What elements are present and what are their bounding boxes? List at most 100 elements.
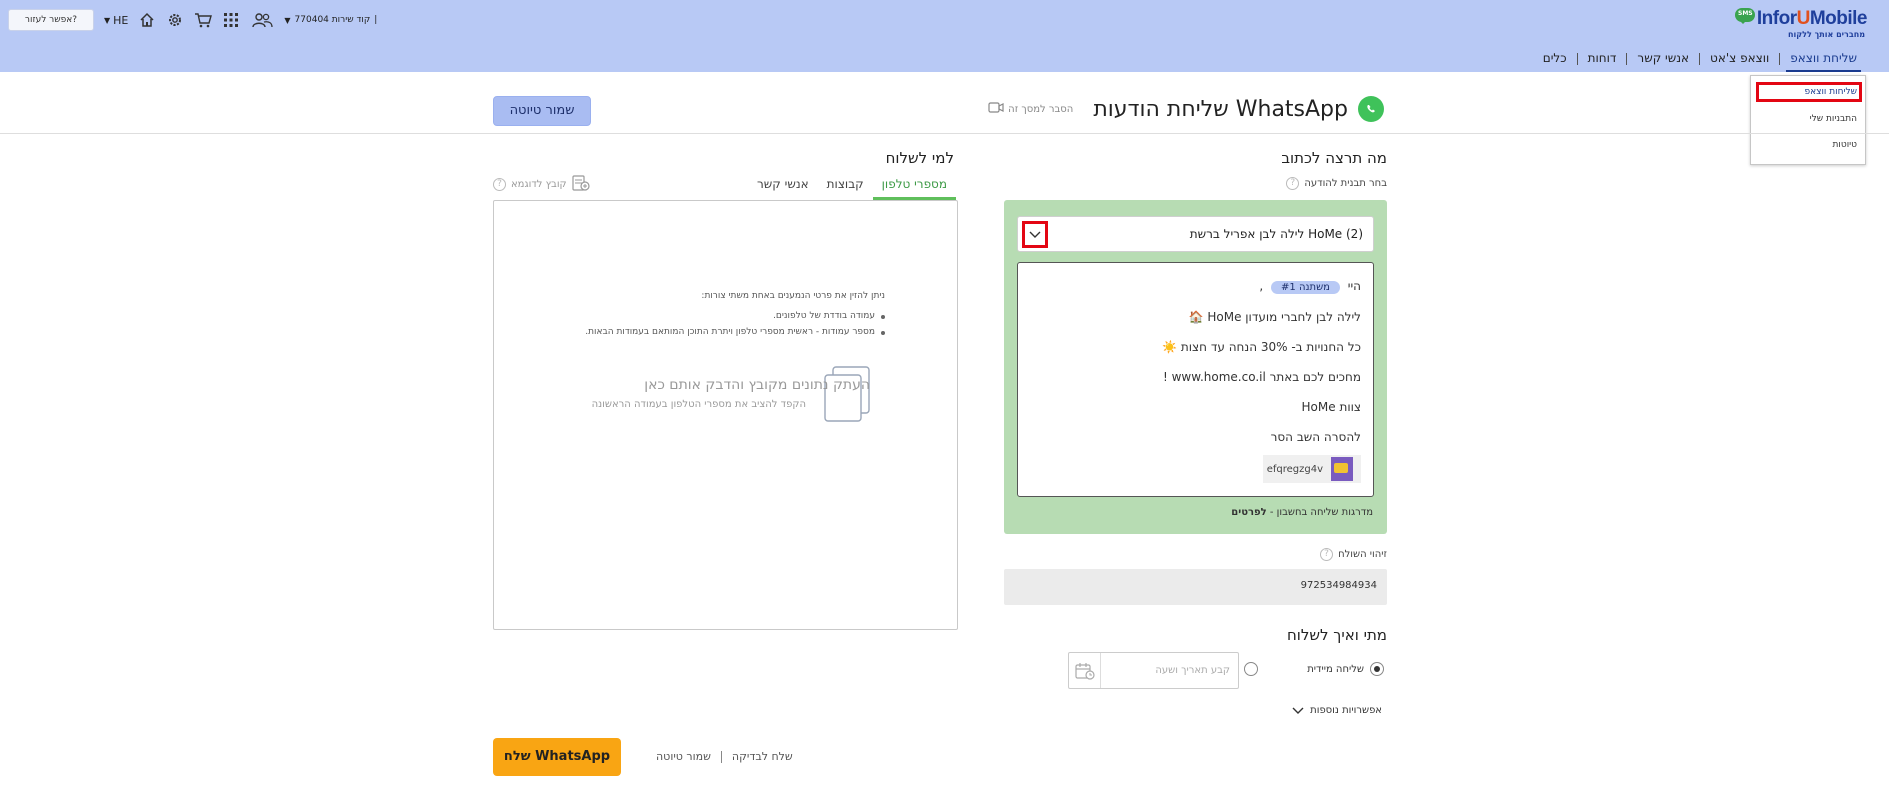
paste-subtitle: הקפד להציב את מספרי הטלפון בעמודה הראשונ…: [591, 399, 806, 410]
logo-tagline: מחברים אותך ללקוח: [1788, 30, 1865, 39]
chevron-down-icon: [1292, 707, 1304, 714]
video-icon: [988, 102, 1004, 116]
send-levels-note: מדרגות שליחה בחשבון - לפרטים: [1231, 507, 1373, 518]
copy-documents-icon: [823, 365, 873, 425]
message-line-4: מחכים לכם באתר www.home.co.il !: [1162, 370, 1361, 384]
send-levels-text: מדרגות שליחה בחשבון -: [1266, 507, 1373, 518]
recipients-paste-area[interactable]: ניתן להזין את פרטי הנמענים באחת משתי צור…: [493, 200, 958, 630]
test-send-link[interactable]: שלח לבדיקה: [732, 750, 793, 763]
immediate-label: שליחה מיידית: [1307, 663, 1364, 675]
language-label: HE: [113, 13, 129, 27]
explain-label: הסבר למסך זה: [1008, 103, 1074, 115]
immediate-send-option[interactable]: שליחה מיידית: [1307, 662, 1384, 676]
page-header: שליחת הודעות WhatsApp הסבר למסך זה: [988, 96, 1384, 122]
logo-part2: Mobile: [1809, 8, 1868, 29]
attachment-name: efqregzg4v: [1266, 463, 1323, 475]
dropdown-item-drafts[interactable]: טיוטות: [1832, 140, 1857, 150]
template-dropdown-toggle[interactable]: [1022, 221, 1048, 248]
schedule-section-title: מתי ואיך לשלוח: [1286, 626, 1387, 644]
cart-icon[interactable]: [194, 11, 213, 29]
header-divider: [0, 133, 1889, 134]
example-file-label: קובץ לדוגמא: [511, 179, 567, 190]
instruction-bullet-2: מספר עמודות - ראשית מספרי טלפון ויתרת הת…: [585, 327, 885, 337]
more-options-toggle[interactable]: אפשרויות נוספות: [1292, 705, 1382, 716]
calendar-clock-icon[interactable]: [1069, 653, 1101, 688]
nav-whatsapp-send[interactable]: שליחת ווצאפ: [1780, 48, 1867, 72]
logo-u: U: [1796, 8, 1811, 29]
main-nav: שליחת ווצאפ ווצאפ צ'אט אנשי קשר דוחות כל…: [1533, 48, 1867, 72]
message-panel: לילה לבן אפריל ברשת HoMe (2) היי משתנה #…: [1004, 200, 1387, 534]
template-select[interactable]: לילה לבן אפריל ברשת HoMe (2): [1017, 216, 1374, 252]
instruction-bullet-1: עמודה בודדת של טלפונים.: [773, 311, 885, 321]
immediate-radio[interactable]: [1370, 662, 1384, 676]
send-levels-link[interactable]: לפרטים: [1231, 507, 1266, 518]
paste-title: העתק נתונים מקובץ והדבק אותם כאן: [644, 377, 870, 393]
variable-chip[interactable]: משתנה #1: [1271, 281, 1340, 294]
recipients-section-title: למי לשלוח: [885, 149, 954, 167]
sender-id-value: 972534984934: [1300, 580, 1377, 591]
top-bar: SMS InforUMobile מחברים אותך ללקוח אפשר …: [0, 0, 1889, 72]
instructions-title: ניתן להזין את פרטי הנמענים באחת משתי צור…: [701, 291, 885, 301]
tab-groups[interactable]: קבוצות: [818, 174, 873, 200]
inforu-logo[interactable]: SMS InforUMobile מחברים אותך ללקוח: [1735, 8, 1868, 42]
sender-label-row: זיהוי השולח ?: [1320, 548, 1387, 561]
help-question-icon[interactable]: ?: [493, 178, 506, 191]
message-preview: היי משתנה #1 , לילה לבן לחברי מועדון HoM…: [1017, 262, 1374, 497]
logo-bubble-icon: SMS: [1735, 8, 1755, 24]
image-attachment[interactable]: efqregzg4v: [1263, 455, 1361, 483]
help-question-icon[interactable]: ?: [1286, 177, 1300, 190]
home-icon[interactable]: [138, 11, 156, 29]
language-selector[interactable]: ▼ HE: [104, 14, 128, 27]
logo-wordmark: InforUMobile: [1756, 8, 1868, 30]
template-label: בחר תבנית להודעה: [1304, 178, 1387, 189]
chevron-down-icon: ▼: [104, 15, 111, 25]
top-utilities: אפשר לעזור? ▼ HE ▼ קוד שירות 770404 |: [8, 8, 377, 32]
footer-divider: [720, 750, 722, 763]
account-selector[interactable]: ▼ קוד שירות 770404 |: [284, 15, 377, 25]
explain-screen-link[interactable]: הסבר למסך זה: [988, 102, 1073, 116]
sender-id-field[interactable]: 972534984934: [1004, 569, 1387, 605]
attachment-thumbnail: [1331, 457, 1353, 481]
save-draft-link[interactable]: שמור טיוטה: [656, 750, 711, 763]
gear-icon[interactable]: [166, 11, 184, 29]
nav-reports[interactable]: דוחות: [1578, 48, 1627, 70]
logo-bubble-text: SMS: [1738, 10, 1753, 17]
users-icon[interactable]: [250, 11, 274, 29]
compose-section-title: מה תרצה לכתוב: [1281, 149, 1387, 167]
nav-whatsapp-chat[interactable]: ווצאפ צ'אט: [1700, 48, 1779, 70]
save-draft-button[interactable]: שמור טיוטה: [493, 96, 591, 126]
help-button[interactable]: אפשר לעזור?: [8, 9, 94, 31]
send-whatsapp-button[interactable]: שלח WhatsApp: [493, 738, 621, 776]
spreadsheet-icon: [572, 175, 590, 194]
message-line-2: לילה לבן לחברי מועדון HoMe 🏠: [1188, 310, 1361, 324]
apps-grid-icon[interactable]: [222, 11, 240, 29]
greeting-text: היי: [1347, 279, 1361, 293]
message-line-3: כל החנויות ב- 30% הנחה עד חצות ☀️: [1162, 340, 1361, 354]
selected-template: לילה לבן אפריל ברשת HoMe (2): [1189, 227, 1363, 241]
logo-part1: Infor: [1756, 8, 1797, 29]
tab-phone-numbers[interactable]: מספרי טלפון: [872, 174, 957, 200]
help-question-icon[interactable]: ?: [1320, 548, 1334, 561]
scheduled-radio[interactable]: [1244, 662, 1258, 676]
nav-tools[interactable]: כלים: [1533, 48, 1577, 70]
message-line-6: להסרה השב הסר: [1270, 430, 1361, 444]
nav-contacts[interactable]: אנשי קשר: [1627, 48, 1699, 70]
nav-dropdown-menu: שליחות ווצאפ התבניות שלי טיוטות: [1750, 75, 1866, 165]
account-code: קוד שירות 770404: [294, 15, 371, 25]
datetime-placeholder: קבע תאריך ושעה: [1155, 665, 1230, 676]
dropdown-item-my-templates[interactable]: התבניות שלי: [1810, 114, 1857, 124]
example-file-link[interactable]: קובץ לדוגמא ?: [493, 175, 590, 194]
scheduled-send-option[interactable]: [1244, 662, 1258, 676]
more-options-label: אפשרויות נוספות: [1310, 705, 1382, 716]
dropdown-item-whatsapp-sends[interactable]: שליחות ווצאפ: [1805, 87, 1858, 97]
whatsapp-icon: [1358, 96, 1384, 122]
page-title: שליחת הודעות WhatsApp: [1093, 96, 1348, 122]
message-line-greeting: היי משתנה #1 ,: [1259, 279, 1361, 294]
tab-contacts[interactable]: אנשי קשר: [748, 174, 818, 200]
datetime-input[interactable]: קבע תאריך ושעה: [1068, 652, 1239, 689]
greeting-suffix: ,: [1259, 279, 1264, 293]
account-separator: |: [374, 15, 378, 25]
message-line-5: צוות HoMe: [1301, 400, 1361, 414]
chevron-down-icon: ▼: [284, 15, 291, 25]
recipients-tabs: מספרי טלפון קבוצות אנשי קשר: [700, 174, 957, 200]
